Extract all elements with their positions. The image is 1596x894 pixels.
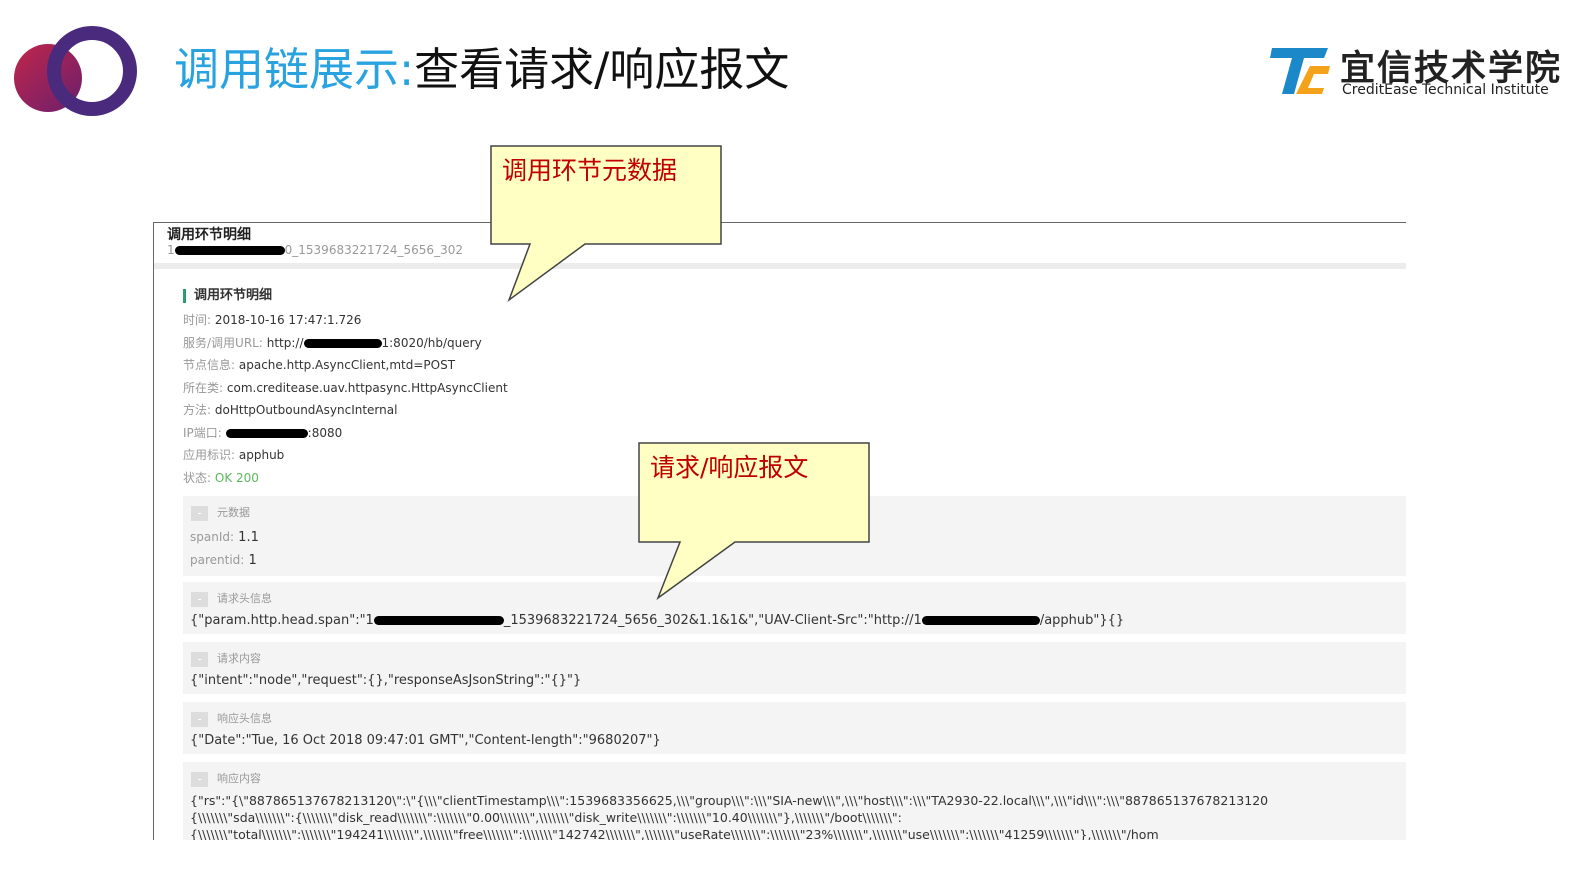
brand-tc-icon: [1270, 48, 1330, 94]
detail-header: 调用环节明细 1 0_1539683221724_5656_302: [154, 223, 1406, 267]
collapse-icon[interactable]: -: [191, 651, 208, 667]
response-body-line: {\\\\\\\"total\\\\\\\":\\\\\\\"194241\\\…: [190, 827, 1159, 840]
field-node: 节点信息: apache.http.AsyncClient,mtd=POST: [183, 358, 456, 372]
field-url: 服务/调用URL: http://1:8020/hb/query: [183, 336, 482, 350]
collapse-icon[interactable]: -: [191, 711, 208, 727]
request-body-panel-header[interactable]: - 请求内容: [191, 650, 261, 667]
trace-id: 1 0_1539683221724_5656_302: [167, 243, 463, 257]
request-header-panel-header[interactable]: - 请求头信息: [191, 590, 272, 607]
status-badge: OK 200: [214, 471, 259, 485]
redaction-mark: [373, 616, 504, 625]
response-header-content: {"Date":"Tue, 16 Oct 2018 09:47:01 GMT",…: [190, 733, 661, 748]
parent-id-row: parentid: 1: [190, 553, 257, 568]
redaction-mark: [174, 246, 285, 255]
brand-logo: 宜信技术学院 CreditEase Technical Institute: [1270, 42, 1590, 106]
request-header-content: {"param.http.head.span":"1 _1539683221724…: [190, 613, 1125, 628]
callout-metadata: 调用环节元数据: [490, 145, 722, 305]
collapse-icon[interactable]: -: [191, 505, 208, 521]
response-header-panel: - 响应头信息 {"Date":"Tue, 16 Oct 2018 09:47:0…: [183, 702, 1406, 754]
response-body-panel: - 响应内容 {"rs":"{\"887865137678213120\":\"{…: [183, 762, 1406, 840]
slide-title: 调用链展示:查看请求/响应报文: [174, 40, 789, 100]
span-id-row: spanId: 1.1: [190, 530, 259, 545]
detail-header-title: 调用环节明细: [167, 227, 251, 243]
logo-circles-icon: [14, 26, 137, 116]
collapse-icon[interactable]: -: [191, 591, 208, 607]
field-ip-port: IP端口: :8080: [183, 426, 343, 440]
callout-metadata-text: 调用环节元数据: [502, 156, 678, 185]
collapse-icon[interactable]: -: [191, 771, 208, 787]
request-body-panel: - 请求内容 {"intent":"node","request":{},"res…: [183, 642, 1406, 694]
callout-payload: 请求/响应报文: [638, 442, 870, 602]
slide-title-main: 查看请求/响应报文: [414, 43, 790, 96]
field-app-id: 应用标识: apphub: [183, 448, 285, 462]
callout-payload-text: 请求/响应报文: [650, 453, 809, 482]
response-body-panel-header[interactable]: - 响应内容: [191, 770, 261, 787]
brand-name-en: CreditEase Technical Institute: [1342, 82, 1549, 98]
response-body-line: {"rs":"{\"887865137678213120\":\"{\\\"cl…: [190, 793, 1269, 808]
response-header-panel-header[interactable]: - 响应头信息: [191, 710, 272, 727]
redaction-mark: [225, 429, 308, 438]
section-title: 调用环节明细: [183, 289, 272, 303]
field-time: 时间: 2018-10-16 17:47:1.726: [183, 313, 362, 327]
header-divider: [154, 263, 1406, 269]
slide-title-prefix: 调用链展示:: [174, 43, 415, 96]
redaction-mark: [303, 339, 382, 348]
metadata-panel-header[interactable]: - 元数据: [191, 504, 250, 521]
field-class: 所在类: com.creditease.uav.httpasync.HttpAs…: [183, 381, 508, 395]
redaction-mark: [921, 616, 1040, 625]
request-body-content: {"intent":"node","request":{},"responseA…: [190, 673, 582, 688]
response-body-line: {\\\\\\\"sda\\\\\\\":{\\\\\\\"disk_read\…: [190, 810, 902, 825]
field-method: 方法: doHttpOutboundAsyncInternal: [183, 403, 398, 417]
field-status: 状态: OK 200: [183, 471, 259, 485]
